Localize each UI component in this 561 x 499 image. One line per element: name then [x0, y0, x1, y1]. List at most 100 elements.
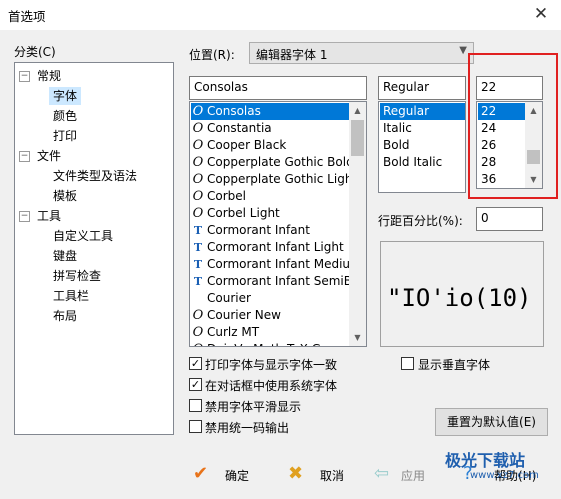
- font-list-item[interactable]: O Courier New: [191, 307, 350, 324]
- scroll-down-icon[interactable]: ▼: [349, 329, 366, 346]
- option-checkbox[interactable]: [189, 399, 202, 412]
- font-name: Cormorant Infant Medium: [207, 257, 350, 271]
- font-name: Copperplate Gothic Light: [207, 172, 350, 186]
- window-title: 首选项: [8, 9, 46, 24]
- category-item[interactable]: 文件: [37, 147, 61, 165]
- font-list-item[interactable]: ODejaVu Math TeX Gyre: [191, 341, 350, 346]
- watermark-url: www.xz7.com: [470, 470, 539, 481]
- font-style-list[interactable]: Regular Italic Bold Bold Italic: [378, 101, 466, 193]
- close-icon[interactable]: ✕: [528, 2, 554, 26]
- font-list-item[interactable]: T Cormorant Infant SemiBold: [191, 273, 350, 290]
- category-item[interactable]: 打印: [53, 127, 77, 145]
- font-list-item[interactable]: O Copperplate Gothic Light: [191, 171, 350, 188]
- option-checkbox[interactable]: ✓: [189, 357, 202, 370]
- font-list-item[interactable]: T Cormorant Infant: [191, 222, 350, 239]
- category-item[interactable]: 键盘: [53, 247, 77, 265]
- font-list[interactable]: O Consolas O Constantia O Cooper Black O Copper…: [189, 101, 367, 347]
- font-list-item[interactable]: T Cormorant Infant Medium: [191, 256, 350, 273]
- option-label: 禁用统一码输出: [205, 421, 290, 435]
- font-list-item[interactable]: T Cormorant Infant Light: [191, 239, 350, 256]
- cancel-button[interactable]: 取消: [320, 467, 344, 484]
- scroll-thumb[interactable]: [351, 120, 364, 156]
- reset-default-button[interactable]: 重置为默认值(E): [435, 408, 548, 436]
- font-name: Courier: [207, 291, 251, 305]
- font-name: DejaVu Math TeX Gyre: [207, 342, 340, 346]
- category-item[interactable]: 工具栏: [53, 287, 89, 305]
- cross-icon: ✖: [288, 463, 304, 484]
- font-name: Corbel Light: [207, 206, 280, 220]
- option-checkbox[interactable]: ✓: [189, 378, 202, 391]
- font-list-item[interactable]: O Copperplate Gothic Bold: [191, 154, 350, 171]
- font-name: Consolas: [207, 104, 261, 118]
- highlight-box: [468, 53, 558, 199]
- opentype-icon: O: [192, 138, 204, 153]
- category-item[interactable]: 自定义工具: [53, 227, 113, 245]
- category-item[interactable]: 工具: [37, 207, 61, 225]
- font-name: Cooper Black: [207, 138, 287, 152]
- show-vertical-label: 显示垂直字体: [418, 358, 491, 372]
- font-name-field[interactable]: Consolas: [189, 76, 367, 100]
- option-label: 在对话框中使用系统字体: [205, 379, 338, 393]
- option-checkbox[interactable]: [189, 420, 202, 433]
- opentype-icon: O: [192, 104, 204, 119]
- opentype-icon: O: [192, 155, 204, 170]
- apply-arrow-icon: ⇦: [374, 463, 390, 484]
- font-name: Corbel: [207, 189, 246, 203]
- opentype-icon: O: [192, 121, 204, 136]
- location-label: 位置(R):: [189, 48, 235, 62]
- font-name: Constantia: [207, 121, 272, 135]
- font-list-item[interactable]: Courier: [191, 290, 350, 307]
- watermark-brand: 极光下载站: [445, 451, 526, 470]
- font-list-item[interactable]: O Consolas: [191, 103, 350, 120]
- truetype-icon: T: [193, 275, 203, 288]
- location-select[interactable]: 编辑器字体 1 ▼: [249, 42, 474, 64]
- font-name: Cormorant Infant Light: [207, 240, 344, 254]
- font-style-item[interactable]: Bold Italic: [380, 154, 465, 171]
- font-preview: "IO'io(10): [380, 241, 544, 347]
- opentype-icon: O: [192, 189, 204, 204]
- truetype-icon: T: [193, 224, 203, 237]
- opentype-icon: O: [191, 341, 205, 346]
- font-list-item[interactable]: O Curlz MT: [191, 324, 350, 341]
- title-bar: [0, 0, 561, 30]
- font-list-item[interactable]: O Constantia: [191, 120, 350, 137]
- category-item[interactable]: 布局: [53, 307, 77, 325]
- scroll-up-icon[interactable]: ▲: [349, 102, 366, 119]
- font-name: Courier New: [207, 308, 281, 322]
- category-item[interactable]: 文件类型及语法: [53, 167, 137, 185]
- category-item[interactable]: 模板: [53, 187, 77, 205]
- truetype-icon: T: [193, 241, 203, 254]
- opentype-icon: O: [192, 172, 204, 187]
- font-list-scrollbar[interactable]: ▲ ▼: [349, 102, 366, 346]
- expand-toggle-icon[interactable]: −: [19, 71, 30, 82]
- font-style-item[interactable]: Bold: [380, 137, 465, 154]
- font-list-item[interactable]: O Corbel: [191, 188, 350, 205]
- category-item[interactable]: 常规: [37, 67, 61, 85]
- opentype-icon: O: [192, 206, 204, 221]
- font-style-item[interactable]: Italic: [380, 120, 465, 137]
- chevron-down-icon[interactable]: ▼: [459, 45, 467, 56]
- category-item[interactable]: 颜色: [53, 107, 77, 125]
- show-vertical-checkbox[interactable]: [401, 357, 414, 370]
- expand-toggle-icon[interactable]: −: [19, 211, 30, 222]
- checkmark-icon: ✔: [193, 463, 209, 484]
- font-style-field[interactable]: Regular: [378, 76, 466, 100]
- font-name: Cormorant Infant SemiBold: [207, 274, 350, 288]
- font-list-item[interactable]: O Corbel Light: [191, 205, 350, 222]
- expand-toggle-icon[interactable]: −: [19, 151, 30, 162]
- option-label: 禁用字体平滑显示: [205, 400, 302, 414]
- category-label: 分类(C): [14, 45, 56, 59]
- category-item[interactable]: 字体: [49, 87, 82, 105]
- apply-button[interactable]: 应用: [401, 467, 425, 484]
- option-label: 打印字体与显示字体一致: [205, 358, 338, 372]
- category-item[interactable]: 拼写检查: [53, 267, 101, 285]
- preview-text: "IO'io(10): [387, 284, 532, 312]
- category-tree[interactable]: − 常规 字体 颜色 打印 − 文件 文件类型及语法 模板 − 工具 自定义工具 键盘 拼写检查 工具栏 布局: [14, 62, 174, 435]
- font-style-item[interactable]: Regular: [380, 103, 465, 120]
- line-spacing-label: 行距百分比(%):: [378, 214, 463, 228]
- opentype-icon: O: [192, 308, 204, 323]
- opentype-icon: O: [192, 325, 204, 340]
- line-spacing-field[interactable]: 0: [476, 207, 543, 231]
- ok-button[interactable]: 确定: [225, 467, 249, 484]
- font-list-item[interactable]: O Cooper Black: [191, 137, 350, 154]
